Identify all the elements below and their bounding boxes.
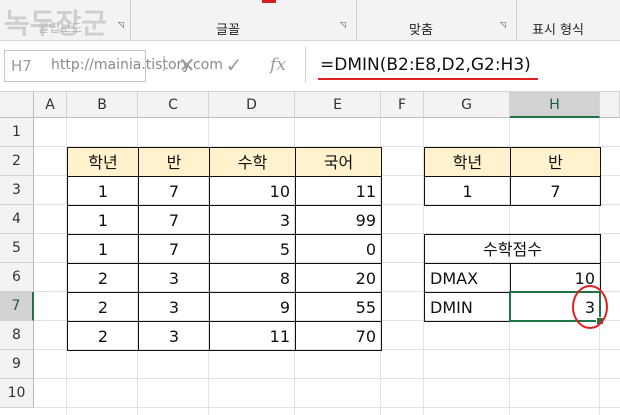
- criteria-value-cell[interactable]: 7: [510, 176, 601, 206]
- row-header-4[interactable]: 4: [0, 205, 34, 234]
- table-cell[interactable]: 11: [295, 176, 382, 206]
- criteria-header-cell[interactable]: 반: [510, 147, 601, 177]
- column-header-f[interactable]: F: [381, 92, 424, 118]
- table-cell[interactable]: 11: [209, 321, 296, 351]
- row-header-10[interactable]: 10: [0, 379, 34, 408]
- column-header-c[interactable]: C: [138, 92, 209, 118]
- alignment-group: 맞춤 ◹: [356, 0, 517, 40]
- table-cell[interactable]: 1: [67, 205, 139, 235]
- table-cell[interactable]: 5: [209, 234, 296, 264]
- ribbon: 녹두장군 클립보드 ◹ 글꼴 ◹ 맞춤 ◹ 표시 형식: [0, 0, 620, 41]
- row-header-5[interactable]: 5: [0, 234, 34, 263]
- cancel-icon[interactable]: ✕: [175, 53, 199, 77]
- table-header-cell[interactable]: 국어: [295, 147, 382, 177]
- column-header-b[interactable]: B: [67, 92, 138, 118]
- table-cell[interactable]: 7: [138, 205, 210, 235]
- table-cell[interactable]: 1: [67, 234, 139, 264]
- font-group-label: 글꼴: [216, 23, 240, 38]
- table-header-cell[interactable]: 수학: [209, 147, 296, 177]
- result-label-cell[interactable]: DMIN: [424, 292, 511, 322]
- table-cell[interactable]: 70: [295, 321, 382, 351]
- table-cell[interactable]: 2: [67, 263, 139, 293]
- formula-input[interactable]: =DMIN(B2:E8,D2,G2:H3): [305, 47, 615, 83]
- table-cell[interactable]: 10: [209, 176, 296, 206]
- formula-bar: H7 http://mainia.tistory.com ⋮ ✕ ✓ fx =D…: [0, 41, 620, 92]
- annotation-circle: [572, 285, 608, 329]
- row-header-2[interactable]: 2: [0, 147, 34, 176]
- clipboard-launcher-icon[interactable]: ◹: [118, 21, 126, 29]
- table-cell[interactable]: 1: [67, 176, 139, 206]
- font-launcher-icon[interactable]: ◹: [340, 21, 348, 29]
- table-cell[interactable]: 3: [138, 263, 210, 293]
- column-header-e[interactable]: E: [295, 92, 381, 118]
- table-header-cell[interactable]: 반: [138, 147, 210, 177]
- table-cell[interactable]: 8: [209, 263, 296, 293]
- table-cell[interactable]: 7: [138, 176, 210, 206]
- enter-icon[interactable]: ✓: [222, 53, 246, 77]
- insert-function-icon[interactable]: fx: [266, 53, 290, 77]
- row-header-1[interactable]: 1: [0, 118, 34, 147]
- formula-text: =DMIN(B2:E8,D2,G2:H3): [320, 55, 531, 75]
- row-header-8[interactable]: 8: [0, 321, 34, 350]
- name-box[interactable]: H7 http://mainia.tistory.com: [4, 50, 223, 82]
- formula-annotation-underline: [318, 78, 538, 80]
- column-header-g[interactable]: G: [424, 92, 510, 118]
- table-cell[interactable]: 9: [209, 292, 296, 322]
- table-header-cell[interactable]: 학년: [67, 147, 139, 177]
- alignment-launcher-icon[interactable]: ◹: [500, 21, 508, 29]
- gridline-horizontal: [34, 378, 620, 379]
- table-cell[interactable]: 20: [295, 263, 382, 293]
- alignment-group-label: 맞춤: [409, 23, 433, 38]
- row-header-6[interactable]: 6: [0, 263, 34, 292]
- column-header-h[interactable]: H: [510, 92, 600, 118]
- column-header-a[interactable]: A: [34, 92, 67, 118]
- select-all-corner[interactable]: [0, 92, 34, 118]
- result-label-cell[interactable]: DMAX: [424, 263, 511, 293]
- table-cell[interactable]: 2: [67, 321, 139, 351]
- worksheet-grid[interactable]: A B C D E F G H 1 2 3 4 5 6 7 8 9 10 학년 반 수학 국어 1 7 10 11 1 7 3 99 1 7 5…: [0, 92, 620, 415]
- criteria-header-cell[interactable]: 학년: [424, 147, 511, 177]
- row-header-9[interactable]: 9: [0, 350, 34, 379]
- formula-bar-separator: ⋮: [155, 53, 173, 74]
- table-cell[interactable]: 7: [138, 234, 210, 264]
- table-cell[interactable]: 55: [295, 292, 382, 322]
- name-box-value: H7: [11, 57, 32, 75]
- table-cell[interactable]: 3: [138, 321, 210, 351]
- number-group-label: 표시 형식: [532, 23, 584, 38]
- clipboard-group: ◹: [0, 0, 131, 40]
- table-cell[interactable]: 3: [138, 292, 210, 322]
- gridline-horizontal: [34, 407, 620, 408]
- column-header-next[interactable]: [600, 92, 620, 118]
- criteria-value-cell[interactable]: 1: [424, 176, 511, 206]
- row-header-3[interactable]: 3: [0, 176, 34, 205]
- column-header-d[interactable]: D: [209, 92, 295, 118]
- result-title-cell[interactable]: 수학점수: [424, 234, 601, 264]
- table-cell[interactable]: 3: [209, 205, 296, 235]
- table-cell[interactable]: 2: [67, 292, 139, 322]
- font-group: 글꼴 ◹: [130, 0, 357, 40]
- table-cell[interactable]: 0: [295, 234, 382, 264]
- number-group: 표시 형식: [516, 0, 620, 40]
- row-header-7[interactable]: 7: [0, 292, 34, 321]
- table-cell[interactable]: 99: [295, 205, 382, 235]
